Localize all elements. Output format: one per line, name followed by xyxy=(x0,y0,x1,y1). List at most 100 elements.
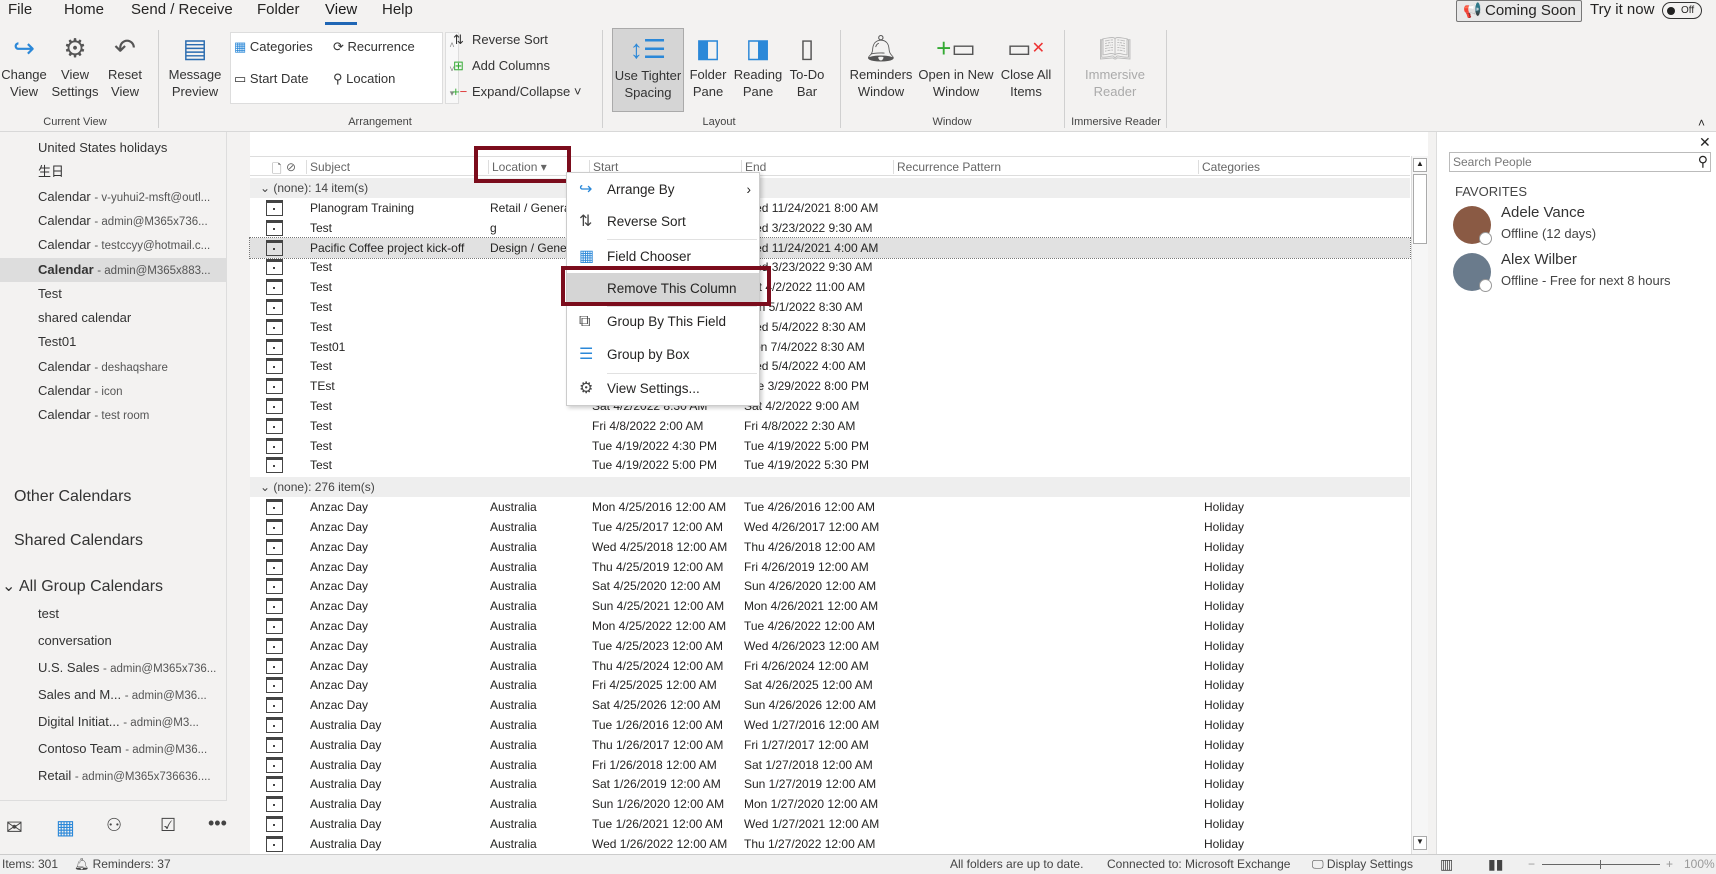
reverse-sort-button[interactable]: ⇅ Reverse Sort xyxy=(450,30,548,50)
sidebar-item[interactable]: Calendar - icon xyxy=(0,379,226,403)
zoom-slider[interactable]: − + xyxy=(1528,855,1676,874)
table-row[interactable]: Australia Day Australia Fri 1/26/2018 12:0… xyxy=(250,755,1410,775)
folder-pane-button[interactable]: ◧ Folder Pane xyxy=(686,30,730,100)
section-shared-calendars[interactable]: Shared Calendars xyxy=(14,532,143,550)
group-calendar-item[interactable]: Contoso Team - admin@M36... xyxy=(38,739,207,760)
tab-folder[interactable]: Folder xyxy=(257,0,300,20)
menu-item-reverse-sort[interactable]: ⇅ Reverse Sort xyxy=(567,206,759,238)
sidebar-item[interactable]: Test01 xyxy=(0,330,226,354)
sidebar-item[interactable]: Calendar - admin@M365x736... xyxy=(0,209,226,233)
section-other-calendars[interactable]: Other Calendars xyxy=(14,488,131,506)
collapse-ribbon-icon[interactable]: ˄ xyxy=(1698,116,1705,130)
sidebar-item[interactable]: United States holidays xyxy=(0,136,226,160)
table-row[interactable]: Anzac Day Australia Wed 4/25/2018 12:00 AM… xyxy=(250,537,1410,557)
sidebar-item[interactable]: Calendar - admin@M365x883... xyxy=(0,257,226,282)
more-icon[interactable]: ••• xyxy=(208,813,227,834)
try-it-now-toggle[interactable]: Off xyxy=(1662,2,1702,19)
reset-view-button[interactable]: ↶ Reset View xyxy=(104,30,146,100)
table-row[interactable]: Test Wed 5/4/2022 4:00 AM xyxy=(250,356,1410,376)
expand-collapse-button[interactable]: +− Expand/Collapse ˅ xyxy=(450,82,582,102)
mail-icon[interactable]: ✉ xyxy=(6,815,23,840)
group-calendar-item[interactable]: conversation xyxy=(38,631,112,652)
table-row[interactable]: Test Sun 5/1/2022 8:30 AM xyxy=(250,297,1410,317)
table-row[interactable]: Anzac Day Australia Sat 4/25/2020 12:00 AM… xyxy=(250,576,1410,596)
table-row[interactable]: Australia Day Australia Tue 1/26/2016 12:0… xyxy=(250,715,1410,735)
table-row[interactable]: Australia Day Australia Wed 1/26/2022 12:0… xyxy=(250,834,1410,854)
table-row[interactable]: Australia Day Australia Sun 1/26/2020 12:0… xyxy=(250,794,1410,814)
chevron-down-icon[interactable]: ⌄ xyxy=(260,480,273,494)
table-row[interactable]: Test01 Mon 7/4/2022 8:30 AM xyxy=(250,337,1410,357)
sidebar-item[interactable]: 生日 xyxy=(0,160,226,184)
sidebar-item[interactable]: Calendar - test room xyxy=(0,403,226,427)
vertical-scrollbar[interactable]: ▲ ▼ xyxy=(1411,156,1428,854)
message-preview-button[interactable]: ▤ Message Preview xyxy=(164,30,226,100)
tab-home[interactable]: Home xyxy=(64,0,104,20)
tab-send-receive[interactable]: Send / Receive xyxy=(131,0,233,20)
table-row[interactable]: Pacific Coffee project kick-off Design / … xyxy=(249,236,1411,259)
scroll-down-icon[interactable]: ▼ xyxy=(1413,836,1427,850)
open-new-window-button[interactable]: + ▭ Open in New Window xyxy=(916,30,996,100)
table-row[interactable]: Test Fri 4/8/2022 2:00 AM Fri 4/8/2022 2:3… xyxy=(250,416,1410,436)
search-people-input[interactable]: Search People ⚲ xyxy=(1449,152,1711,172)
chevron-down-icon[interactable]: ⌄ xyxy=(260,181,273,195)
arrange-recurrence[interactable]: ⟳ Recurrence xyxy=(333,37,415,57)
reminders-status[interactable]: 🔔︎ Reminders: 37 xyxy=(74,855,171,874)
sidebar-item[interactable]: shared calendar xyxy=(0,306,226,330)
table-row[interactable]: Australia Day Australia Tue 1/26/2021 12:0… xyxy=(250,814,1410,834)
change-view-button[interactable]: ↪ Change View xyxy=(0,30,48,100)
group-header[interactable]: ⌄ (none): 276 item(s) xyxy=(250,477,1410,498)
menu-item-group-by-this-field[interactable]: ⧉ Group By This Field xyxy=(567,306,759,338)
chevron-down-icon[interactable]: ⌄ xyxy=(2,578,19,595)
view-settings-button[interactable]: ⚙ View Settings xyxy=(50,30,100,100)
table-row[interactable]: Anzac Day Australia Mon 4/25/2016 12:00 AM… xyxy=(250,497,1410,517)
contact-item[interactable]: Adele Vance Offline (12 days) xyxy=(1453,204,1703,248)
menu-item-view-settings[interactable]: ⚙ View Settings... xyxy=(567,373,759,405)
use-tighter-spacing-button[interactable]: ↕☰ Use Tighter Spacing xyxy=(612,28,684,112)
group-calendar-item[interactable]: Digital Initiat... - admin@M3... xyxy=(38,712,199,733)
table-row[interactable]: Anzac Day Australia Sun 4/25/2021 12:00 AM… xyxy=(250,596,1410,616)
table-row[interactable]: Test Wed 5/4/2022 8:30 AM xyxy=(250,317,1410,337)
normal-view-icon[interactable]: ▥ xyxy=(1440,855,1453,874)
group-calendar-item[interactable]: Sales and M... - admin@M36... xyxy=(38,685,207,706)
group-header[interactable]: ⌄ (none): 14 item(s) xyxy=(250,178,1410,198)
header-categories[interactable]: Categories xyxy=(1198,160,1260,174)
tab-help[interactable]: Help xyxy=(382,0,413,20)
tab-file[interactable]: File xyxy=(8,0,32,20)
table-row[interactable]: Anzac Day Australia Fri 4/25/2025 12:00 AM… xyxy=(250,675,1410,695)
group-calendar-item[interactable]: U.S. Sales - admin@M365x736... xyxy=(38,658,216,679)
table-row[interactable]: Test g Wed 3/23/2022 9:30 AM xyxy=(250,218,1410,238)
sidebar-item[interactable]: Calendar - testccyy@hotmail.c... xyxy=(0,233,226,257)
header-recurrence[interactable]: Recurrence Pattern xyxy=(893,160,1001,174)
arrange-location[interactable]: ⚲ Location xyxy=(333,69,395,89)
table-row[interactable]: Anzac Day Australia Tue 4/25/2023 12:00 AM… xyxy=(250,636,1410,656)
table-row[interactable]: Anzac Day Australia Thu 4/25/2019 12:00 AM… xyxy=(250,557,1410,577)
close-icon[interactable]: ✕ xyxy=(1699,134,1711,151)
arrange-categories[interactable]: ▦ Categories xyxy=(234,37,313,57)
sidebar-item[interactable]: Calendar - v-yuhui2-msft@outl... xyxy=(0,185,226,209)
sidebar-item[interactable]: Calendar - deshaqshare xyxy=(0,355,226,379)
reading-view-icon[interactable]: ▮▮ xyxy=(1488,855,1503,874)
contact-item[interactable]: Alex Wilber Offline - Free for next 8 hou… xyxy=(1453,251,1703,295)
table-row[interactable]: Anzac Day Australia Mon 4/25/2022 12:00 AM… xyxy=(250,616,1410,636)
tab-view[interactable]: View xyxy=(325,0,358,25)
header-subject[interactable]: Subject xyxy=(306,160,350,174)
people-icon[interactable]: ⚇ xyxy=(106,815,122,836)
menu-item-group-by-box[interactable]: ☰ Group by Box xyxy=(567,339,759,371)
table-row[interactable]: Anzac Day Australia Thu 4/25/2024 12:00 AM… xyxy=(250,656,1410,676)
group-calendar-item[interactable]: test xyxy=(38,604,59,625)
search-icon[interactable]: ⚲ xyxy=(1698,153,1708,170)
scroll-thumb[interactable] xyxy=(1413,174,1427,244)
coming-soon-button[interactable]: 📢 Coming Soon xyxy=(1456,0,1582,22)
attachment-icon[interactable]: ⊘ xyxy=(286,160,296,174)
tasks-icon[interactable]: ☑ xyxy=(160,815,176,836)
table-row[interactable]: Test Sat 4/2/2022 11:00 AM xyxy=(250,277,1410,297)
add-columns-button[interactable]: ⊞ Add Columns xyxy=(450,56,550,76)
table-row[interactable]: Test Wed 3/23/2022 9:30 AM xyxy=(250,257,1410,277)
scroll-up-icon[interactable]: ▲ xyxy=(1413,158,1427,172)
calendar-icon[interactable]: ▦ xyxy=(56,815,75,840)
reading-pane-button[interactable]: ◨ Reading Pane xyxy=(732,30,784,100)
table-row[interactable]: Australia Day Australia Sat 1/26/2019 12:0… xyxy=(250,774,1410,794)
arrange-start-date[interactable]: ▭ Start Date xyxy=(234,69,308,89)
table-row[interactable]: Australia Day Australia Thu 1/26/2017 12:0… xyxy=(250,735,1410,755)
display-settings-button[interactable]: 🖵︎ Display Settings xyxy=(1312,855,1413,874)
